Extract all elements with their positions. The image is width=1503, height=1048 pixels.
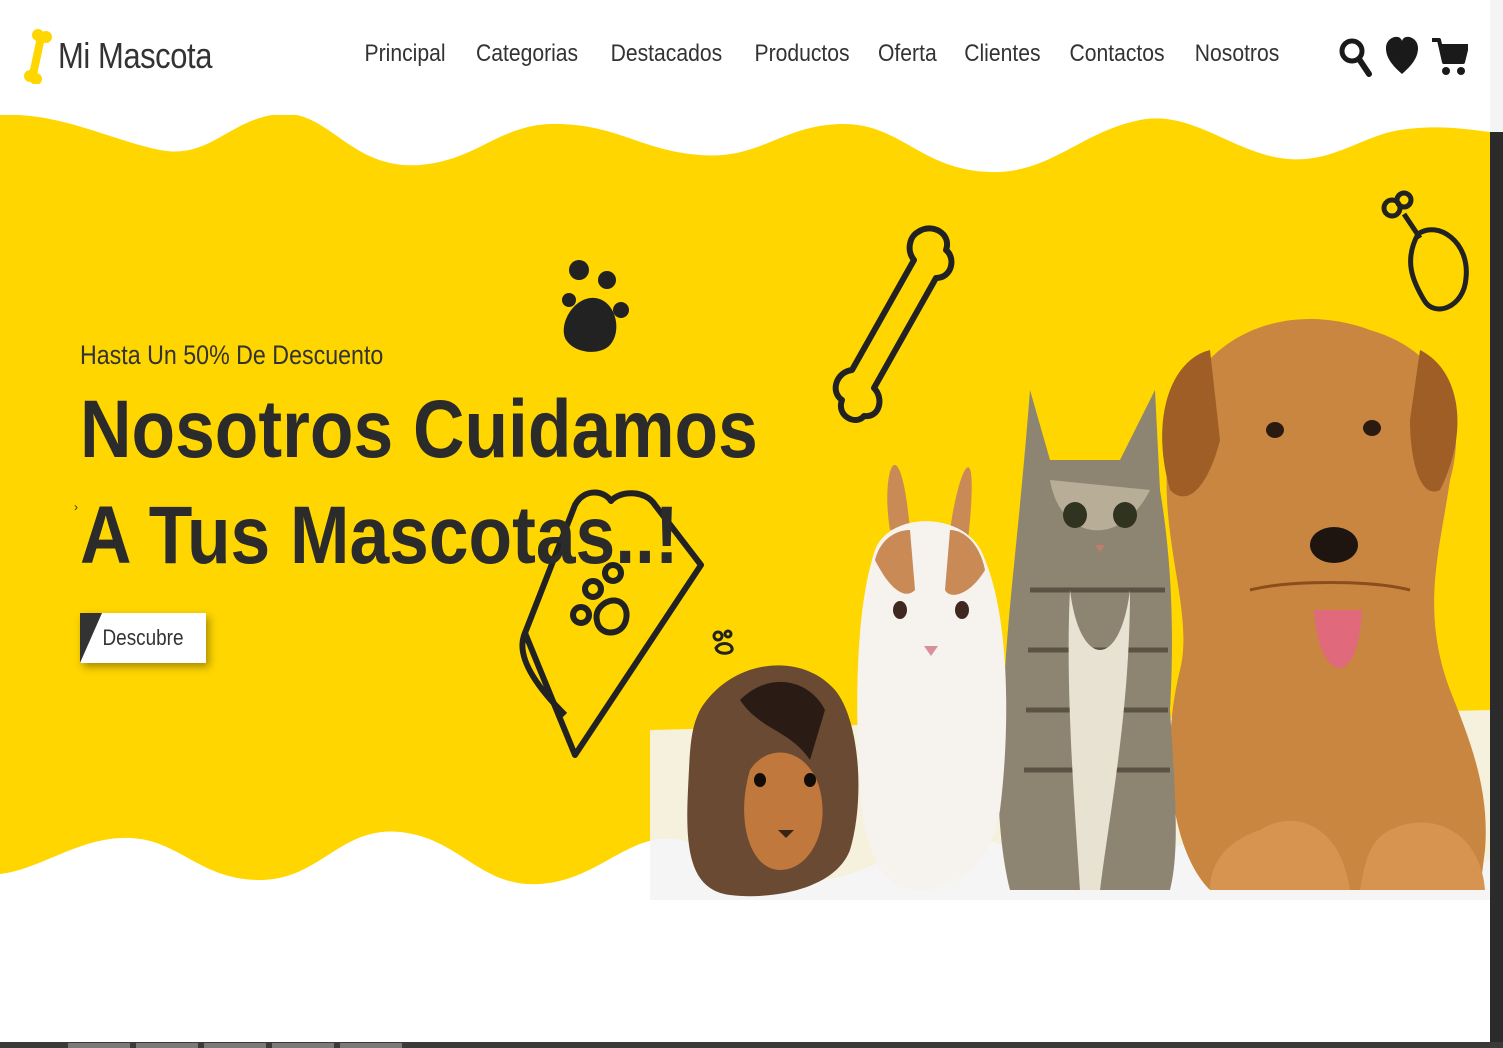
bone-logo-icon <box>24 29 52 84</box>
nav-link-destacados[interactable]: Destacados <box>603 40 730 68</box>
nav-link-categorias[interactable]: Categorias <box>468 40 586 68</box>
logo-text: Mi Mascota <box>58 35 212 76</box>
rabbit-image <box>857 464 1007 890</box>
nav-link-productos[interactable]: Productos <box>746 40 857 68</box>
nav-link-oferta[interactable]: Oferta <box>870 40 945 68</box>
search-icon[interactable] <box>1338 36 1372 78</box>
discover-button[interactable]: Descubre <box>80 613 206 663</box>
nav-link-clientes[interactable]: Clientes <box>956 40 1048 68</box>
taskbar-item[interactable] <box>340 1043 402 1048</box>
hero-title: Nosotros Cuidamos A Tus Mascotas..! <box>80 377 758 589</box>
scrollbar-thumb[interactable] <box>1490 132 1503 1042</box>
logo-link[interactable]: Mi Mascota <box>22 28 237 84</box>
hero-title-line1: Nosotros Cuidamos <box>80 384 758 475</box>
main-nav: Principal Categorias Destacados Producto… <box>350 40 1294 68</box>
guinea-pig-image <box>687 665 859 897</box>
taskbar-item[interactable] <box>204 1043 266 1048</box>
heart-icon[interactable] <box>1386 36 1418 78</box>
hero-subtitle: Hasta Un 50% De Descuento <box>80 340 384 370</box>
hero-content: Hasta Un 50% De Descuento Nosotros Cuida… <box>80 340 859 589</box>
cart-icon[interactable] <box>1432 36 1468 78</box>
site-header: Mi Mascota Principal Categorias Destacad… <box>0 0 1490 115</box>
taskbar-item[interactable] <box>136 1043 198 1048</box>
dog-image <box>1162 319 1486 890</box>
discover-button-label: Descubre <box>102 625 184 650</box>
text-caret-icon: › <box>74 500 78 514</box>
cat-image <box>998 390 1176 890</box>
header-icons <box>1338 36 1468 78</box>
nav-link-principal[interactable]: Principal <box>357 40 454 68</box>
nav-link-nosotros[interactable]: Nosotros <box>1187 40 1287 68</box>
taskbar-item[interactable] <box>68 1043 130 1048</box>
nav-link-contactos[interactable]: Contactos <box>1062 40 1173 68</box>
hero-title-line2: A Tus Mascotas..! <box>80 490 679 581</box>
taskbar-item[interactable] <box>272 1043 334 1048</box>
